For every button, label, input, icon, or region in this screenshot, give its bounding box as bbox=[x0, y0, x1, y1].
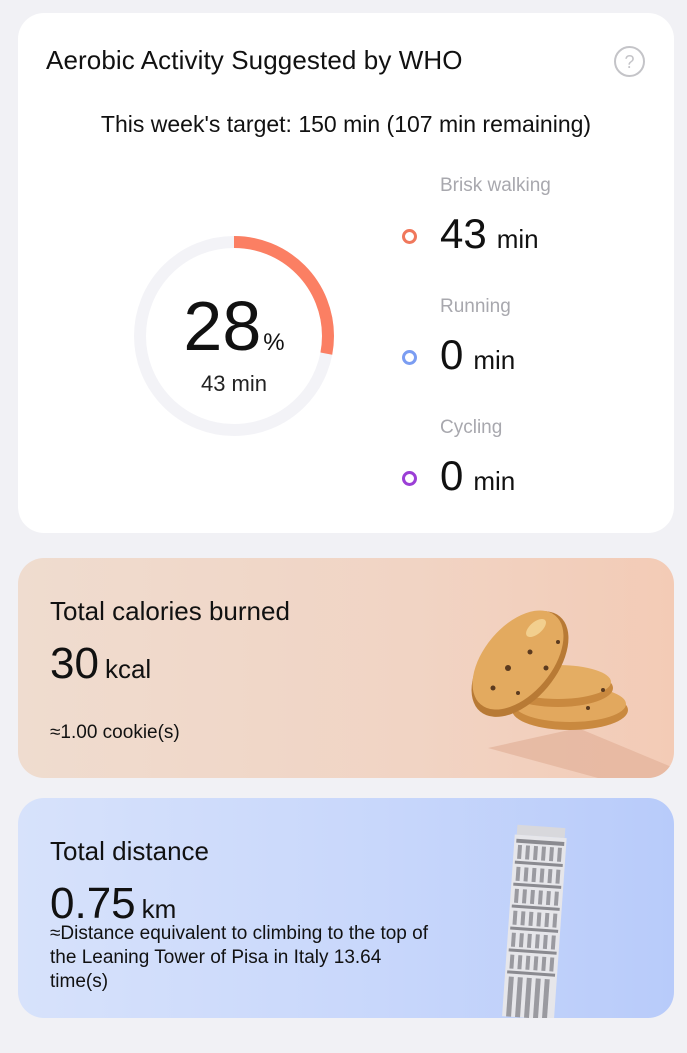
distance-number: 0.75 bbox=[50, 879, 136, 928]
activity-label: Brisk walking bbox=[440, 175, 551, 196]
question-circle-icon[interactable]: ? bbox=[613, 45, 646, 78]
svg-text:?: ? bbox=[624, 52, 634, 72]
progress-percent: 28% bbox=[133, 291, 335, 361]
aerobic-title: Aerobic Activity Suggested by WHO bbox=[46, 45, 463, 75]
progress-percent-sign: % bbox=[263, 329, 285, 356]
activity-value: 0 min bbox=[440, 334, 515, 376]
calories-title: Total calories burned bbox=[50, 596, 290, 626]
aerobic-activity-card: Aerobic Activity Suggested by WHO ? This… bbox=[18, 13, 674, 533]
distance-unit: km bbox=[141, 894, 177, 924]
progress-ring-center: 28% 43 min bbox=[133, 235, 335, 437]
activity-label: Running bbox=[440, 296, 511, 317]
calories-number: 30 bbox=[50, 639, 99, 688]
activity-number: 0 bbox=[440, 331, 464, 378]
calories-value: 30 kcal bbox=[50, 642, 151, 686]
activity-unit: min bbox=[473, 466, 516, 496]
distance-equivalent: ≈Distance equivalent to climbing to the … bbox=[50, 923, 428, 992]
running-dot-icon bbox=[402, 350, 417, 365]
progress-minutes: 43 min bbox=[200, 371, 268, 396]
progress-percent-value: 28 bbox=[183, 287, 262, 365]
leaning-tower-icon bbox=[502, 824, 567, 1018]
weekly-target-text: This week's target: 150 min (107 min rem… bbox=[100, 111, 592, 137]
calories-card[interactable]: Total calories burned 30 kcal ≈1.00 cooki… bbox=[18, 558, 674, 778]
activity-number: 43 bbox=[440, 210, 487, 257]
distance-card[interactable]: Total distance 0.75 km ≈Distance equivale… bbox=[18, 798, 674, 1018]
activity-value: 0 min bbox=[440, 455, 515, 497]
brisk-walking-dot-icon bbox=[402, 229, 417, 244]
activity-value: 43 min bbox=[440, 213, 539, 255]
distance-title: Total distance bbox=[50, 836, 209, 866]
calories-unit: kcal bbox=[104, 654, 152, 684]
activity-label: Cycling bbox=[440, 417, 503, 438]
activity-unit: min bbox=[496, 224, 539, 254]
cookie-icon bbox=[471, 610, 674, 778]
distance-value: 0.75 km bbox=[50, 882, 176, 926]
calories-equivalent: ≈1.00 cookie(s) bbox=[50, 722, 180, 743]
activity-number: 0 bbox=[440, 452, 464, 499]
cycling-dot-icon bbox=[402, 471, 417, 486]
activity-unit: min bbox=[473, 345, 516, 375]
